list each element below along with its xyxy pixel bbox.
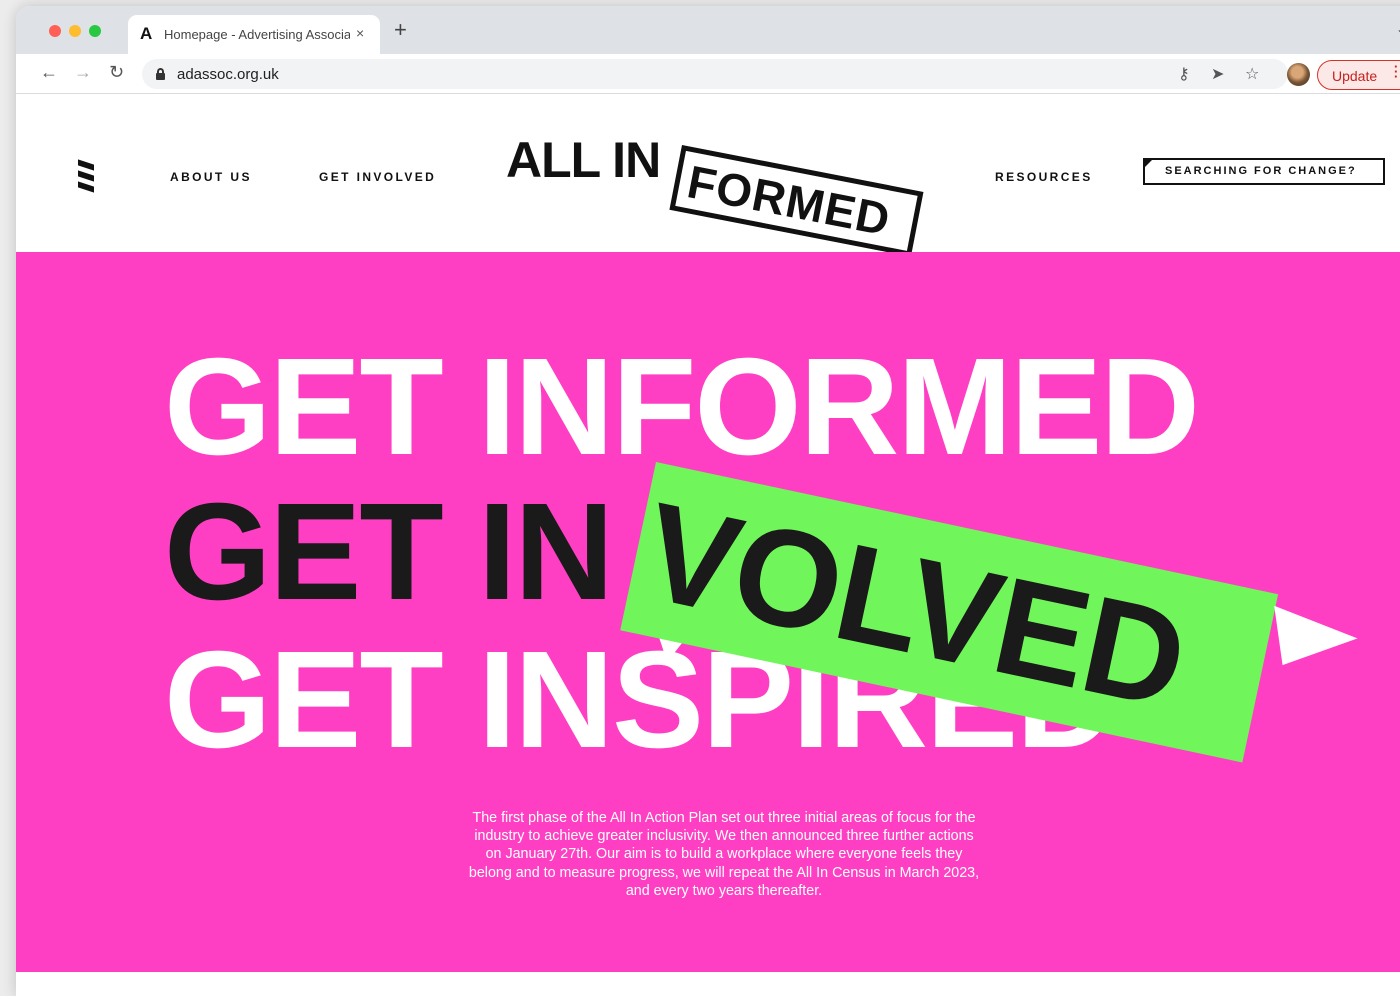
- hamburger-menu-icon[interactable]: [78, 159, 96, 194]
- nav-resources[interactable]: RESOURCES: [995, 170, 1093, 184]
- reload-button[interactable]: ↻: [109, 62, 124, 82]
- bookmark-star-icon[interactable]: ☆: [1245, 64, 1259, 84]
- hero-description: The first phase of the All In Action Pla…: [468, 810, 980, 899]
- url-text[interactable]: adassoc.org.uk: [177, 66, 279, 83]
- tab-homepage[interactable]: A Homepage - Advertising Association ×: [128, 15, 380, 54]
- headline-get-in: GET IN: [164, 475, 614, 629]
- site-favicon-icon: A: [140, 24, 153, 43]
- logo-tag-text: FORMED: [683, 155, 895, 246]
- all-informed-logo[interactable]: ALL IN FORMED: [506, 125, 936, 257]
- browser-menu-icon[interactable]: · · ·: [1394, 60, 1398, 83]
- headline-get-informed: GET INFORMED: [164, 330, 1200, 484]
- close-tab-icon[interactable]: ×: [356, 25, 364, 41]
- close-window-button[interactable]: [49, 25, 61, 37]
- maximize-window-button[interactable]: [89, 25, 101, 37]
- update-label: Update: [1332, 68, 1378, 84]
- forward-button[interactable]: →: [74, 62, 92, 82]
- searching-for-change-button[interactable]: SEARCHING FOR CHANGE?: [1143, 158, 1385, 185]
- minimize-window-button[interactable]: [69, 25, 81, 37]
- tab-title: Homepage - Advertising Association: [164, 27, 350, 42]
- password-key-icon[interactable]: ⚷: [1178, 64, 1190, 84]
- tab-search-chevron-icon[interactable]: ⌄: [1396, 22, 1400, 36]
- nav-get-involved[interactable]: GET INVOLVED: [319, 170, 436, 184]
- search-cta-label: SEARCHING FOR CHANGE?: [1165, 165, 1357, 177]
- send-to-device-icon[interactable]: ➤: [1211, 64, 1224, 84]
- sticker-curl-right: [1274, 594, 1360, 666]
- tab-strip: A Homepage - Advertising Association × +…: [16, 6, 1400, 54]
- hero-section: GET INFORMED GET INSPIRED GET IN VOLVED …: [16, 252, 1400, 972]
- browser-window: A Homepage - Advertising Association × +…: [16, 6, 1400, 996]
- back-button[interactable]: ←: [40, 62, 58, 82]
- address-bar[interactable]: adassoc.org.uk ⚷ ➤ ☆: [142, 59, 1288, 89]
- update-button[interactable]: Update: [1317, 60, 1400, 90]
- new-tab-button[interactable]: +: [394, 19, 407, 41]
- profile-avatar[interactable]: [1287, 63, 1310, 86]
- lock-icon[interactable]: [156, 68, 165, 80]
- logo-text-all-in: ALL IN: [506, 132, 661, 188]
- nav-about-us[interactable]: ABOUT US: [170, 170, 252, 184]
- browser-toolbar: ← → ↻ adassoc.org.uk ⚷ ➤ ☆ Update · · ·: [16, 54, 1400, 94]
- logo-tag: FORMED: [669, 145, 924, 257]
- site-header: ABOUT US GET INVOLVED ALL IN FORMED RESO…: [16, 95, 1400, 257]
